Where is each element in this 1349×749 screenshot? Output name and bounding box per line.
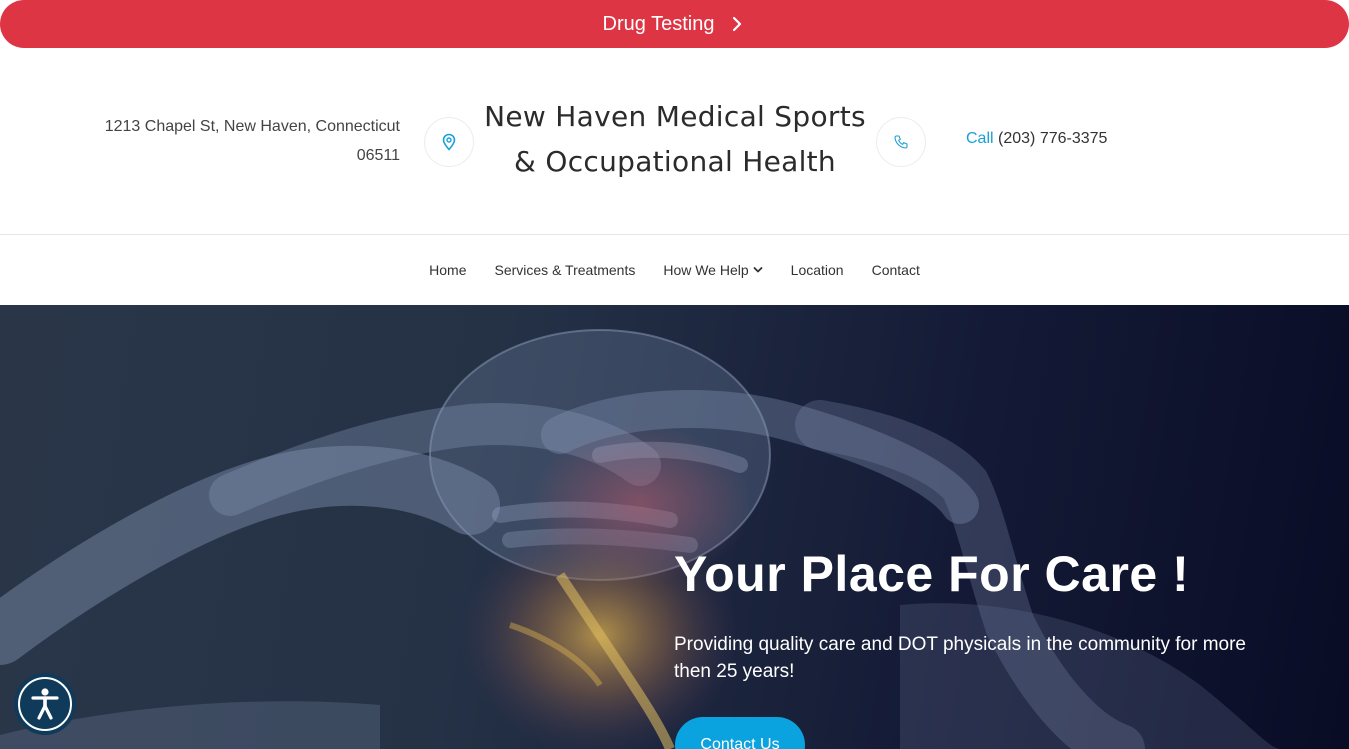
- nav-location-label: Location: [790, 262, 844, 278]
- site-title[interactable]: New Haven Medical Sports & Occupational …: [470, 94, 880, 184]
- nav-how-we-help[interactable]: How We Help: [663, 262, 763, 278]
- main-nav: Home Services & Treatments How We Help L…: [0, 234, 1349, 305]
- nav-home[interactable]: Home: [429, 262, 466, 278]
- site-title-line-1: New Haven Medical Sports: [484, 100, 866, 133]
- nav-contact-label: Contact: [871, 262, 920, 278]
- banner-label: Drug Testing: [602, 12, 715, 35]
- hero-section: Your Place For Care ! Providing quality …: [0, 305, 1349, 749]
- call-label: Call: [966, 130, 994, 147]
- site-header: 1213 Chapel St, New Haven, Connecticut 0…: [0, 48, 1349, 234]
- address: 1213 Chapel St, New Haven, Connecticut 0…: [60, 112, 400, 170]
- location-button[interactable]: [424, 117, 474, 167]
- hero-title: Your Place For Care !: [674, 546, 1190, 602]
- nav-services-treatments[interactable]: Services & Treatments: [495, 262, 636, 278]
- chevron-down-icon: [753, 267, 763, 273]
- chevron-right-icon: [733, 16, 742, 32]
- drug-testing-banner[interactable]: Drug Testing: [0, 0, 1349, 48]
- phone-number: (203) 776-3375: [998, 130, 1108, 147]
- nav-home-label: Home: [429, 262, 467, 278]
- phone-icon: [894, 135, 908, 149]
- nav-contact[interactable]: Contact: [872, 262, 920, 278]
- site-title-line-2: & Occupational Health: [514, 145, 836, 178]
- accessibility-ring: [18, 677, 72, 731]
- phone-link[interactable]: Call (203) 776-3375: [966, 130, 1107, 148]
- nav-how-we-help-label: How We Help: [663, 262, 749, 278]
- phone-button[interactable]: [876, 117, 926, 167]
- contact-us-button[interactable]: Contact Us: [675, 717, 805, 749]
- hero-text: Providing quality care and DOT physicals…: [674, 634, 1247, 682]
- address-line-1: 1213 Chapel St, New Haven, Connecticut: [104, 118, 400, 135]
- nav-location[interactable]: Location: [791, 262, 844, 278]
- nav-services-label: Services & Treatments: [494, 262, 636, 278]
- map-pin-icon: [442, 133, 456, 151]
- accessibility-icon: [31, 688, 59, 720]
- address-line-2: 06511: [356, 147, 400, 164]
- accessibility-button[interactable]: [14, 673, 76, 735]
